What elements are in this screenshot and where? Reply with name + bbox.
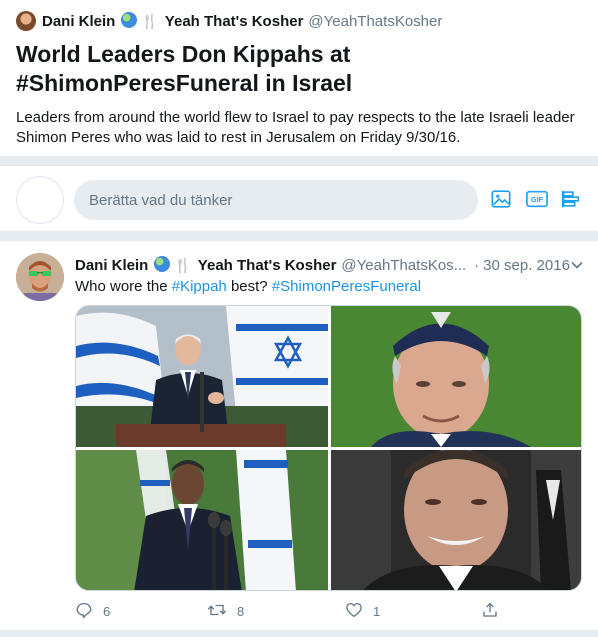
- leader-speaking-at-podium-photo[interactable]: [76, 306, 328, 447]
- tweet-author-name[interactable]: Dani Klein 🍴 Yeah That's Kosher: [75, 256, 336, 274]
- separator: [0, 231, 598, 241]
- author-handle[interactable]: @YeahThatsKosher: [308, 13, 442, 30]
- poll-icon[interactable]: [558, 186, 584, 212]
- image-icon[interactable]: [488, 186, 514, 212]
- separator: [0, 630, 598, 637]
- fork-knife-emoji-icon: 🍴: [174, 257, 192, 273]
- tweet-author-avatar[interactable]: [16, 253, 64, 301]
- chevron-down-icon[interactable]: [569, 257, 585, 277]
- share-icon: [481, 601, 509, 622]
- compose-input[interactable]: [74, 180, 478, 220]
- tweet-header: Dani Klein 🍴 Yeah That's Kosher @YeahThats…: [75, 255, 585, 275]
- retweet-count: 8: [237, 604, 245, 619]
- author-avatar[interactable]: [16, 11, 36, 31]
- compose-avatar: [16, 176, 64, 224]
- svg-text:GIF: GIF: [531, 195, 544, 204]
- leader-smiling-photo[interactable]: [331, 450, 581, 590]
- reply-button[interactable]: 6: [75, 601, 110, 622]
- gif-icon[interactable]: GIF: [524, 186, 550, 212]
- hashtag-link[interactable]: #ShimonPeresFuneral: [272, 278, 421, 295]
- moment-title: World Leaders Don Kippahs at #ShimonPere…: [16, 41, 353, 96]
- leader-wearing-kippah-photo[interactable]: [331, 306, 581, 447]
- share-button[interactable]: [481, 601, 509, 622]
- author-name[interactable]: Dani Klein 🍴 Yeah That's Kosher: [42, 12, 303, 30]
- separator-dot: ·: [474, 256, 480, 274]
- tweet-author-handle[interactable]: @YeahThatsKos...: [341, 257, 466, 274]
- tweet[interactable]: Dani Klein 🍴 Yeah That's Kosher @YeahThats…: [0, 241, 598, 630]
- leader-at-microphone-photo[interactable]: [76, 450, 328, 590]
- globe-emoji-icon: [121, 12, 138, 28]
- retweet-icon: [207, 601, 237, 622]
- tweet-date[interactable]: 30 sep. 2016: [483, 257, 570, 274]
- reply-count: 6: [103, 604, 111, 619]
- separator: [0, 156, 598, 166]
- tweet-text: Who wore the #Kippah best? #ShimonPeresF…: [75, 278, 422, 295]
- like-count: 1: [373, 604, 381, 619]
- compose-box: GIF: [0, 166, 598, 231]
- tweet-media-grid: [75, 305, 582, 591]
- moment-author[interactable]: Dani Klein 🍴 Yeah That's Kosher @YeahThats…: [16, 10, 582, 32]
- reply-icon: [75, 601, 103, 622]
- heart-icon: [345, 601, 373, 622]
- retweet-button[interactable]: 8: [207, 601, 244, 622]
- globe-emoji-icon: [154, 256, 171, 272]
- hashtag-link[interactable]: #Kippah: [172, 278, 227, 295]
- tweet-actions: 6 8 1: [75, 601, 515, 623]
- fork-knife-emoji-icon: 🍴: [141, 13, 159, 29]
- moment-header: Dani Klein 🍴 Yeah That's Kosher @YeahThats…: [0, 0, 598, 156]
- moment-description: Leaders from around the world flew to Is…: [16, 109, 575, 146]
- like-button[interactable]: 1: [345, 601, 380, 622]
